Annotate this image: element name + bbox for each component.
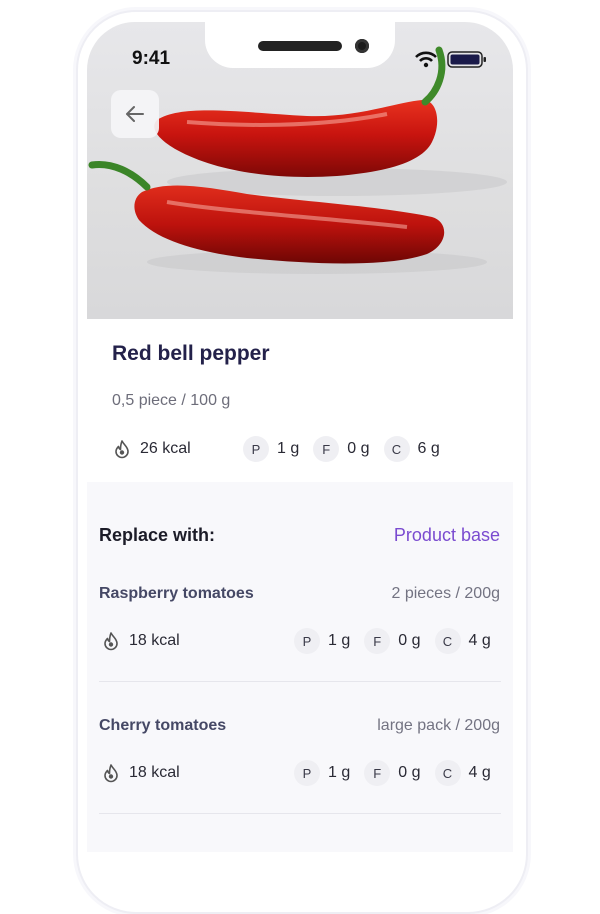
battery-icon bbox=[447, 51, 486, 68]
arrow-left-icon bbox=[126, 106, 144, 122]
carbs-badge: C bbox=[434, 760, 461, 786]
status-icons bbox=[415, 51, 486, 68]
replacement-item-kcal: 18 kcal bbox=[101, 628, 180, 654]
fat-badge: F bbox=[364, 628, 391, 654]
replacement-item-macros: P 1 g F 0 g C 4 g bbox=[294, 760, 491, 786]
flame-icon bbox=[104, 632, 118, 651]
fat-value: 0 g bbox=[398, 632, 421, 649]
replacement-item-macros: P 1 g F 0 g C 4 g bbox=[294, 628, 491, 654]
product-kcal: 26 kcal bbox=[112, 436, 191, 462]
replacement-item-portion: large pack / 200g bbox=[377, 717, 500, 734]
kcal-value: 18 kcal bbox=[129, 632, 180, 649]
protein-value: 1 g bbox=[328, 632, 351, 649]
back-button[interactable] bbox=[111, 90, 159, 138]
replacement-item-name[interactable]: Raspberry tomatoes bbox=[99, 585, 254, 603]
protein-badge: P bbox=[294, 760, 320, 786]
fat-value: 0 g bbox=[398, 764, 421, 781]
fat-badge: F bbox=[313, 436, 340, 462]
list-divider bbox=[99, 813, 501, 814]
protein-badge: P bbox=[243, 436, 269, 462]
device-notch bbox=[205, 22, 395, 68]
replace-title: Replace with: bbox=[99, 525, 216, 545]
product-name: Red bell pepper bbox=[112, 342, 270, 365]
product-portion: 0,5 piece / 100 g bbox=[112, 392, 231, 409]
replacement-item-name[interactable]: Cherry tomatoes bbox=[99, 717, 226, 735]
speaker-grille bbox=[258, 41, 342, 51]
product-base-link[interactable]: Product base bbox=[394, 525, 500, 546]
product-macros: P 1 g F 0 g C 6 g bbox=[243, 436, 454, 462]
front-camera bbox=[355, 39, 369, 53]
carbs-badge: C bbox=[434, 628, 461, 654]
wifi-icon bbox=[415, 51, 437, 68]
fat-badge: F bbox=[364, 760, 391, 786]
replace-section: Replace with: Product base Raspberry tom… bbox=[87, 482, 513, 852]
list-divider bbox=[99, 681, 501, 682]
protein-value: 1 g bbox=[277, 440, 300, 457]
protein-value: 1 g bbox=[328, 764, 351, 781]
carbs-value: 4 g bbox=[468, 632, 491, 649]
protein-badge: P bbox=[294, 628, 320, 654]
flame-icon bbox=[115, 440, 129, 459]
status-time: 9:41 bbox=[132, 48, 171, 69]
replacement-item-portion: 2 pieces / 200g bbox=[391, 585, 500, 602]
carbs-value: 6 g bbox=[417, 440, 440, 457]
replacement-item-kcal: 18 kcal bbox=[101, 760, 180, 786]
app-screen: 9:41 Red bell pepper 0,5 piece / 100 g 2… bbox=[87, 22, 513, 852]
carbs-value: 4 g bbox=[468, 764, 491, 781]
flame-icon bbox=[104, 764, 118, 783]
fat-value: 0 g bbox=[347, 440, 370, 457]
carbs-badge: C bbox=[383, 436, 410, 462]
kcal-value: 26 kcal bbox=[140, 440, 191, 457]
kcal-value: 18 kcal bbox=[129, 764, 180, 781]
